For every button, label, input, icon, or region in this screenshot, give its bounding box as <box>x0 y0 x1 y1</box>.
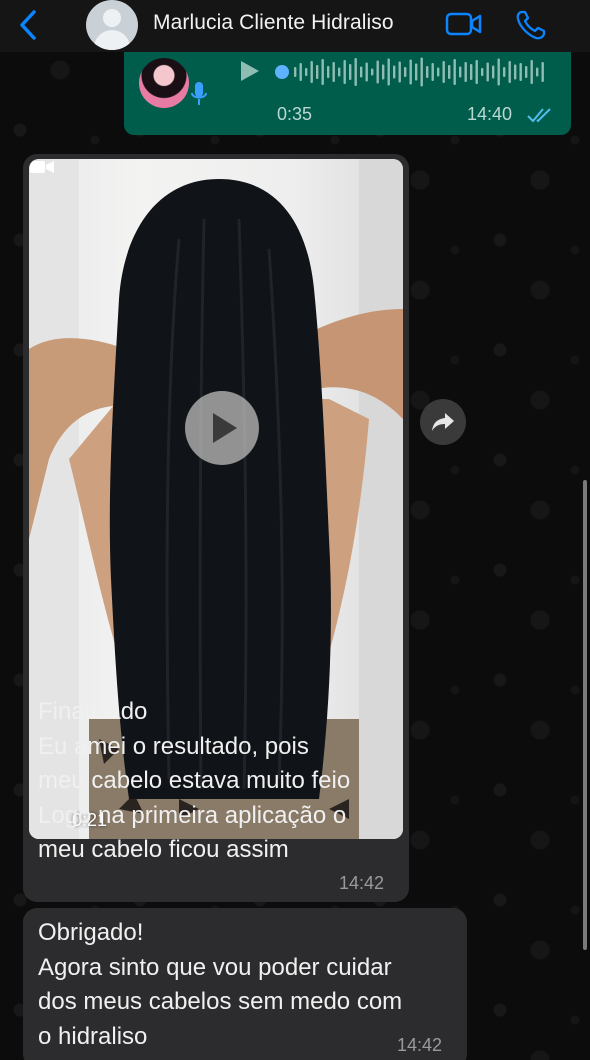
message-time: 14:40 <box>467 104 513 124</box>
video-camera-icon <box>445 12 482 36</box>
audio-duration: 0:35 <box>277 104 313 124</box>
audio-message[interactable]: 0:35 14:40 <box>124 40 571 135</box>
microphone-icon <box>191 82 207 105</box>
chevron-left-icon <box>20 10 36 40</box>
voice-call-button[interactable] <box>514 8 548 42</box>
message-time: 14:42 <box>397 1035 443 1055</box>
audio-waveform[interactable] <box>274 54 544 90</box>
default-avatar-icon <box>103 9 121 27</box>
back-button[interactable] <box>14 8 44 42</box>
video-play-button[interactable] <box>185 391 259 465</box>
phone-icon <box>516 10 546 40</box>
contact-name[interactable]: Marlucia Cliente Hidraliso <box>153 11 394 35</box>
sender-avatar <box>139 58 189 108</box>
video-call-button[interactable] <box>445 10 483 38</box>
chat-header: Marlucia Cliente Hidraliso <box>0 0 590 52</box>
video-camera-icon <box>30 161 54 173</box>
text-message[interactable]: Obrigado! Agora sinto que vou poder cuid… <box>23 908 467 1060</box>
double-check-icon <box>527 108 551 123</box>
contact-avatar[interactable] <box>86 0 138 50</box>
play-icon[interactable] <box>236 58 262 84</box>
message-time: 14:42 <box>339 873 385 893</box>
message-text: Finalizado Eu amei o resultado, pois meu… <box>38 698 351 863</box>
message-text: Obrigado! Agora sinto que vou poder cuid… <box>38 919 403 1050</box>
scroll-indicator[interactable] <box>583 480 587 950</box>
forward-button[interactable] <box>420 399 466 445</box>
video-message[interactable]: 0:21 Finalizado Eu amei o resultado, poi… <box>23 154 409 902</box>
forward-arrow-icon <box>432 413 454 431</box>
